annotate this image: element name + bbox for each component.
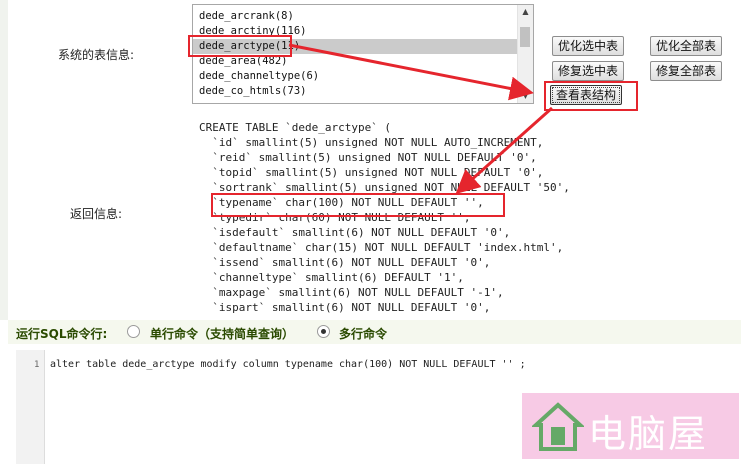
sql-command-label: 运行SQL命令行: bbox=[16, 327, 108, 341]
line-number: 1 bbox=[34, 360, 40, 370]
multi-line-option-label[interactable]: 多行命令 bbox=[339, 325, 387, 342]
watermark-text: 电脑屋 bbox=[588, 412, 709, 456]
arrow-to-button bbox=[288, 43, 534, 101]
sql-command-text[interactable]: alter table dede_arctype modify column t… bbox=[50, 359, 526, 370]
sql-command-bar: 运行SQL命令行: 单行命令（支持简单查询） 多行命令 bbox=[8, 320, 741, 344]
house-logo-icon bbox=[532, 402, 584, 451]
watermark-logo: 电脑屋 bbox=[522, 393, 739, 459]
line-number-gutter: 1 bbox=[16, 350, 45, 464]
single-line-radio[interactable] bbox=[127, 325, 140, 338]
multi-line-radio[interactable] bbox=[317, 325, 330, 338]
arrow-to-typename bbox=[455, 106, 553, 194]
single-line-option-label[interactable]: 单行命令（支持简单查询） bbox=[150, 325, 294, 342]
